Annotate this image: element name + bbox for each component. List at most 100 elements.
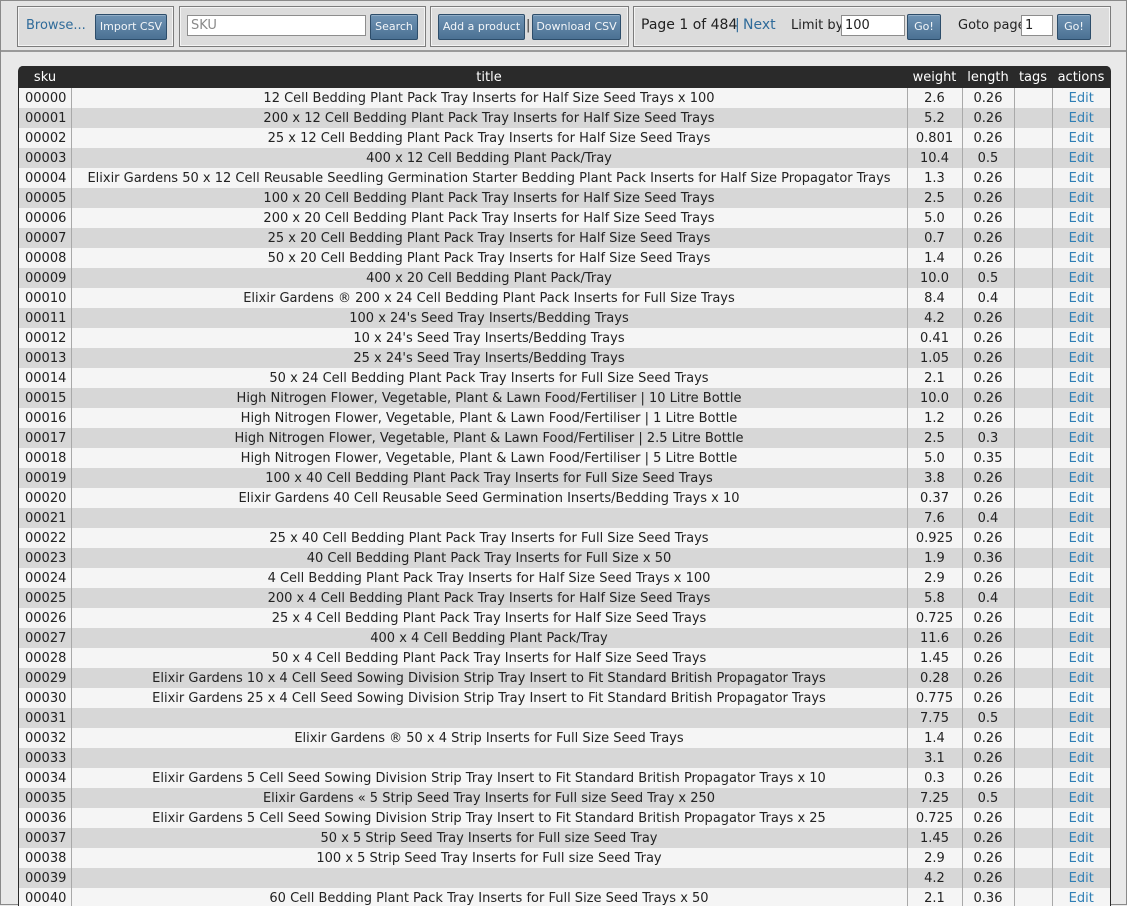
- column-header-weight[interactable]: weight: [907, 66, 962, 88]
- table-row: 00003 400 x 12 Cell Bedding Plant Pack/Tr…: [19, 148, 1110, 168]
- import-csv-button[interactable]: Import CSV: [95, 14, 167, 40]
- edit-link[interactable]: Edit: [1069, 891, 1094, 906]
- column-header-sku[interactable]: sku: [19, 66, 71, 88]
- edit-link[interactable]: Edit: [1069, 871, 1094, 886]
- edit-link[interactable]: Edit: [1069, 431, 1094, 446]
- edit-link[interactable]: Edit: [1069, 811, 1094, 826]
- table-row: 00029 Elixir Gardens 10 x 4 Cell Seed Sow…: [19, 668, 1110, 688]
- edit-link[interactable]: Edit: [1069, 391, 1094, 406]
- page-separator: |: [735, 17, 740, 33]
- edit-link[interactable]: Edit: [1069, 91, 1094, 106]
- products-table: sku title weight length tags actions 000…: [19, 66, 1110, 906]
- limit-input[interactable]: 100: [841, 15, 905, 36]
- cell-weight: 2.1: [906, 888, 962, 906]
- edit-link[interactable]: Edit: [1069, 651, 1094, 666]
- cell-length: 0.26: [961, 168, 1014, 188]
- cell-actions: Edit: [1051, 608, 1110, 628]
- cell-title: Elixir Gardens 25 x 4 Cell Seed Sowing D…: [70, 688, 907, 708]
- edit-link[interactable]: Edit: [1069, 271, 1094, 286]
- table-row: 00028 50 x 4 Cell Bedding Plant Pack Tray…: [19, 648, 1110, 668]
- edit-link[interactable]: Edit: [1069, 411, 1094, 426]
- edit-link[interactable]: Edit: [1069, 491, 1094, 506]
- cell-title: 25 x 4 Cell Bedding Plant Pack Tray Inse…: [70, 608, 907, 628]
- cell-tags: [1013, 468, 1052, 488]
- limit-go-button[interactable]: Go!: [907, 14, 941, 40]
- cell-title: 25 x 40 Cell Bedding Plant Pack Tray Ins…: [70, 528, 907, 548]
- edit-link[interactable]: Edit: [1069, 671, 1094, 686]
- edit-link[interactable]: Edit: [1069, 831, 1094, 846]
- edit-link[interactable]: Edit: [1069, 731, 1094, 746]
- cell-title: 100 x 24's Seed Tray Inserts/Bedding Tra…: [70, 308, 907, 328]
- edit-link[interactable]: Edit: [1069, 111, 1094, 126]
- edit-link[interactable]: Edit: [1069, 551, 1094, 566]
- edit-link[interactable]: Edit: [1069, 851, 1094, 866]
- edit-link[interactable]: Edit: [1069, 371, 1094, 386]
- cell-weight: 5.0: [906, 208, 962, 228]
- search-button[interactable]: Search: [370, 14, 418, 40]
- cell-sku: 00028: [19, 648, 71, 668]
- edit-link[interactable]: Edit: [1069, 211, 1094, 226]
- cell-actions: Edit: [1051, 328, 1110, 348]
- add-product-button[interactable]: Add a product: [438, 14, 525, 40]
- table-row: 00031 7.75 0.5 Edit: [19, 708, 1110, 728]
- cell-length: 0.26: [961, 228, 1014, 248]
- table-row: 00020 Elixir Gardens 40 Cell Reusable See…: [19, 488, 1110, 508]
- edit-link[interactable]: Edit: [1069, 531, 1094, 546]
- cell-title: Elixir Gardens « 5 Strip Seed Tray Inser…: [70, 788, 907, 808]
- import-group: Browse... Import CSV: [17, 6, 174, 47]
- cell-sku: 00004: [19, 168, 71, 188]
- cell-tags: [1013, 168, 1052, 188]
- edit-link[interactable]: Edit: [1069, 631, 1094, 646]
- goto-page-input[interactable]: 1: [1021, 15, 1053, 36]
- edit-link[interactable]: Edit: [1069, 471, 1094, 486]
- cell-length: 0.26: [961, 208, 1014, 228]
- cell-tags: [1013, 808, 1052, 828]
- cell-length: 0.5: [961, 268, 1014, 288]
- next-page-link[interactable]: Next: [743, 17, 776, 33]
- edit-link[interactable]: Edit: [1069, 291, 1094, 306]
- column-header-title[interactable]: title: [71, 66, 907, 88]
- edit-link[interactable]: Edit: [1069, 711, 1094, 726]
- column-header-tags[interactable]: tags: [1014, 66, 1052, 88]
- browse-link[interactable]: Browse...: [26, 18, 86, 33]
- edit-link[interactable]: Edit: [1069, 331, 1094, 346]
- edit-link[interactable]: Edit: [1069, 511, 1094, 526]
- cell-weight: 5.2: [906, 108, 962, 128]
- table-row: 00032 Elixir Gardens ® 50 x 4 Strip Inser…: [19, 728, 1110, 748]
- edit-link[interactable]: Edit: [1069, 251, 1094, 266]
- edit-link[interactable]: Edit: [1069, 151, 1094, 166]
- edit-link[interactable]: Edit: [1069, 591, 1094, 606]
- cell-sku: 00017: [19, 428, 71, 448]
- download-csv-button[interactable]: Download CSV: [532, 14, 621, 40]
- edit-link[interactable]: Edit: [1069, 351, 1094, 366]
- edit-link[interactable]: Edit: [1069, 231, 1094, 246]
- cell-actions: Edit: [1051, 288, 1110, 308]
- edit-link[interactable]: Edit: [1069, 191, 1094, 206]
- search-group: SKU Search: [179, 6, 426, 47]
- cell-sku: 00032: [19, 728, 71, 748]
- cell-length: 0.5: [961, 788, 1014, 808]
- edit-link[interactable]: Edit: [1069, 571, 1094, 586]
- edit-link[interactable]: Edit: [1069, 751, 1094, 766]
- table-row: 00014 50 x 24 Cell Bedding Plant Pack Tra…: [19, 368, 1110, 388]
- cell-actions: Edit: [1051, 588, 1110, 608]
- edit-link[interactable]: Edit: [1069, 311, 1094, 326]
- edit-link[interactable]: Edit: [1069, 791, 1094, 806]
- edit-link[interactable]: Edit: [1069, 131, 1094, 146]
- edit-link[interactable]: Edit: [1069, 771, 1094, 786]
- toolbar-separator: |: [526, 18, 531, 33]
- edit-link[interactable]: Edit: [1069, 451, 1094, 466]
- cell-title: 400 x 12 Cell Bedding Plant Pack/Tray: [70, 148, 907, 168]
- edit-link[interactable]: Edit: [1069, 611, 1094, 626]
- cell-actions: Edit: [1051, 368, 1110, 388]
- edit-link[interactable]: Edit: [1069, 171, 1094, 186]
- cell-weight: 5.8: [906, 588, 962, 608]
- cell-sku: 00026: [19, 608, 71, 628]
- goto-go-button[interactable]: Go!: [1057, 14, 1091, 40]
- column-header-length[interactable]: length: [962, 66, 1014, 88]
- cell-tags: [1013, 88, 1052, 108]
- sku-search-input[interactable]: SKU: [187, 15, 366, 36]
- edit-link[interactable]: Edit: [1069, 691, 1094, 706]
- cell-actions: Edit: [1051, 468, 1110, 488]
- table-row: 00024 4 Cell Bedding Plant Pack Tray Inse…: [19, 568, 1110, 588]
